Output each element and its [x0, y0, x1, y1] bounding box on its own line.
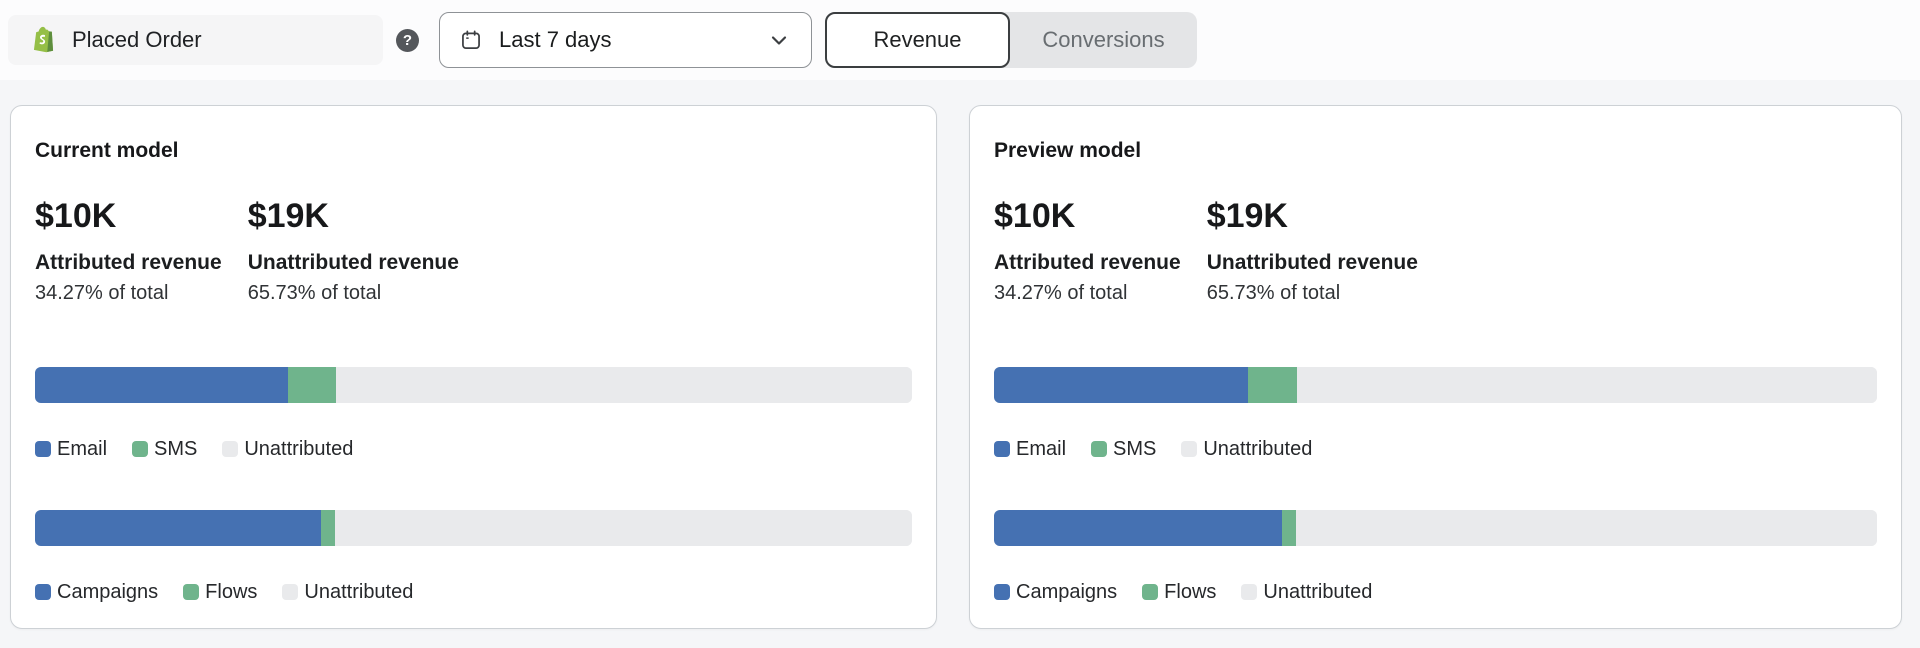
preview-model-card: Preview model $10K Attributed revenue 34… [969, 105, 1902, 629]
stat-percent: 65.73% of total [248, 280, 459, 306]
stat-value: $10K [35, 196, 222, 236]
stat-value: $10K [994, 196, 1181, 236]
stat-label: Unattributed revenue [248, 250, 459, 276]
stat-value: $19K [1207, 196, 1418, 236]
view-toggle: Revenue Conversions [825, 12, 1197, 68]
legend-swatch-unattributed [222, 441, 238, 457]
legend-swatch-email [35, 441, 51, 457]
attributed-revenue-stat: $10K Attributed revenue 34.27% of total [35, 196, 222, 306]
legend-swatch-flows [1142, 584, 1158, 600]
legend-label: SMS [154, 438, 197, 461]
metric-selector-chip[interactable]: Placed Order [8, 15, 383, 65]
date-range-dropdown[interactable]: Last 7 days [439, 12, 812, 68]
bar-segment-unattributed [336, 367, 912, 403]
channel-attribution-chart: Email SMS Unattributed [35, 367, 912, 461]
legend-swatch-sms [1091, 441, 1107, 457]
legend-item-email: Email [994, 438, 1066, 461]
legend: Email SMS Unattributed [35, 437, 912, 461]
legend-swatch-unattributed [1241, 584, 1257, 600]
legend-swatch-email [994, 441, 1010, 457]
legend-label: Flows [205, 581, 257, 604]
bar-segment-unattributed [1297, 367, 1877, 403]
toggle-revenue-button[interactable]: Revenue [825, 12, 1010, 68]
bar-segment-flows [1282, 510, 1296, 546]
legend-swatch-flows [183, 584, 199, 600]
bar-segment-unattributed [335, 510, 912, 546]
stacked-bar [35, 510, 912, 546]
unattributed-revenue-stat: $19K Unattributed revenue 65.73% of tota… [248, 196, 459, 306]
stat-value: $19K [248, 196, 459, 236]
message-type-attribution-chart: Campaigns Flows Unattributed [994, 510, 1877, 604]
legend-swatch-unattributed [1181, 441, 1197, 457]
stat-percent: 34.27% of total [994, 280, 1181, 306]
legend-swatch-campaigns [35, 584, 51, 600]
bar-segment-sms [1248, 367, 1297, 403]
model-cards-row: Current model $10K Attributed revenue 34… [0, 105, 1920, 629]
bar-segment-sms [288, 367, 336, 403]
bar-segment-unattributed [1296, 510, 1877, 546]
legend-item-sms: SMS [132, 438, 197, 461]
toggle-conversions-button[interactable]: Conversions [1010, 12, 1197, 68]
current-model-card: Current model $10K Attributed revenue 34… [10, 105, 937, 629]
legend-label: Flows [1164, 581, 1216, 604]
legend-item-unattributed: Unattributed [282, 581, 413, 604]
stats-row: $10K Attributed revenue 34.27% of total … [994, 196, 1877, 306]
stat-percent: 34.27% of total [35, 280, 222, 306]
legend-item-unattributed: Unattributed [1241, 581, 1372, 604]
legend-swatch-sms [132, 441, 148, 457]
legend-label: Email [57, 438, 107, 461]
help-icon[interactable]: ? [396, 29, 419, 52]
legend-label: Unattributed [1263, 581, 1372, 604]
legend-label: SMS [1113, 438, 1156, 461]
unattributed-revenue-stat: $19K Unattributed revenue 65.73% of tota… [1207, 196, 1418, 306]
attributed-revenue-stat: $10K Attributed revenue 34.27% of total [994, 196, 1181, 306]
bar-segment-flows [321, 510, 335, 546]
metric-label: Placed Order [72, 27, 202, 53]
legend-label: Campaigns [1016, 581, 1117, 604]
legend-label: Unattributed [1203, 438, 1312, 461]
legend-label: Campaigns [57, 581, 158, 604]
bar-segment-campaigns [35, 510, 321, 546]
legend-item-campaigns: Campaigns [35, 581, 158, 604]
legend-item-flows: Flows [1142, 581, 1216, 604]
bar-segment-email [994, 367, 1248, 403]
card-title: Current model [35, 138, 912, 164]
legend-swatch-unattributed [282, 584, 298, 600]
header-bar: Placed Order ? Last 7 days Revenue Conve… [0, 0, 1920, 80]
legend-item-campaigns: Campaigns [994, 581, 1117, 604]
stat-label: Attributed revenue [35, 250, 222, 276]
chevron-down-icon [767, 28, 791, 52]
date-range-label: Last 7 days [499, 27, 767, 53]
card-title: Preview model [994, 138, 1877, 164]
legend: Campaigns Flows Unattributed [35, 580, 912, 604]
stat-percent: 65.73% of total [1207, 280, 1418, 306]
legend-label: Unattributed [304, 581, 413, 604]
stats-row: $10K Attributed revenue 34.27% of total … [35, 196, 912, 306]
legend-item-email: Email [35, 438, 107, 461]
legend-item-sms: SMS [1091, 438, 1156, 461]
legend-item-unattributed: Unattributed [1181, 438, 1312, 461]
stat-label: Attributed revenue [994, 250, 1181, 276]
legend: Email SMS Unattributed [994, 437, 1877, 461]
legend-item-unattributed: Unattributed [222, 438, 353, 461]
shopify-icon [30, 25, 57, 55]
legend: Campaigns Flows Unattributed [994, 580, 1877, 604]
stacked-bar [35, 367, 912, 403]
legend-swatch-campaigns [994, 584, 1010, 600]
stacked-bar [994, 367, 1877, 403]
bar-segment-email [35, 367, 288, 403]
bar-segment-campaigns [994, 510, 1282, 546]
calendar-icon [460, 29, 482, 51]
message-type-attribution-chart: Campaigns Flows Unattributed [35, 510, 912, 604]
stat-label: Unattributed revenue [1207, 250, 1418, 276]
legend-label: Email [1016, 438, 1066, 461]
stacked-bar [994, 510, 1877, 546]
legend-label: Unattributed [244, 438, 353, 461]
legend-item-flows: Flows [183, 581, 257, 604]
channel-attribution-chart: Email SMS Unattributed [994, 367, 1877, 461]
